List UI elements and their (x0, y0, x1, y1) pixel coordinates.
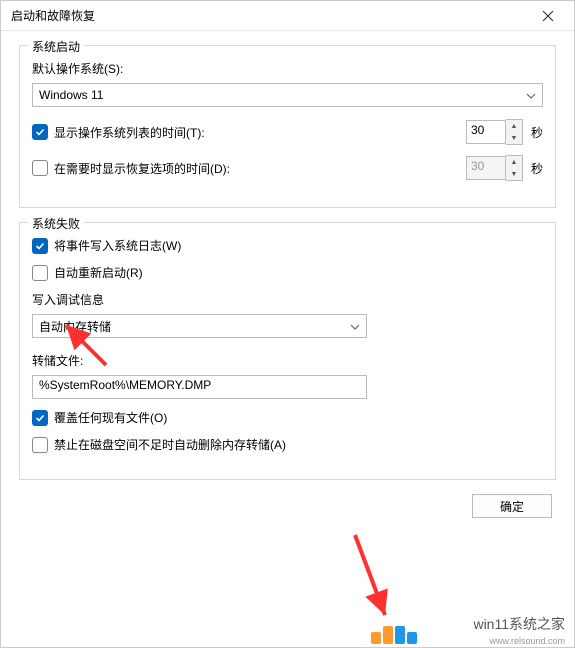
show-os-list-row: 显示操作系统列表的时间(T): 30 ▲ ▼ 秒 (32, 119, 543, 145)
overwrite-checkbox[interactable] (32, 410, 48, 426)
chevron-down-icon (526, 88, 536, 102)
write-log-checkbox[interactable] (32, 238, 48, 254)
debug-info-label: 写入调试信息 (32, 291, 543, 308)
show-os-list-checkbox[interactable] (32, 124, 48, 140)
write-log-label: 将事件写入系统日志(W) (54, 237, 181, 254)
chevron-down-icon (350, 319, 360, 333)
check-icon (35, 241, 45, 251)
startup-recovery-dialog: 启动和故障恢复 系统启动 默认操作系统(S): Windows 11 显示操作系… (0, 0, 575, 648)
overwrite-row: 覆盖任何现有文件(O) (32, 409, 543, 426)
dump-file-label: 转储文件: (32, 352, 543, 369)
show-os-list-label: 显示操作系统列表的时间(T): (54, 124, 205, 141)
show-recovery-label: 在需要时显示恢复选项的时间(D): (54, 160, 230, 177)
os-list-time-value[interactable]: 30 (466, 120, 506, 144)
spinner-buttons: ▲ ▼ (506, 119, 523, 145)
watermark-text: win11系统之家 (473, 614, 565, 634)
spinner-down-icon: ▼ (506, 168, 522, 180)
default-os-select[interactable]: Windows 11 (32, 83, 543, 107)
show-recovery-checkbox[interactable] (32, 160, 48, 176)
recovery-time-spinner: 30 ▲ ▼ (466, 155, 523, 181)
overwrite-label: 覆盖任何现有文件(O) (54, 409, 167, 426)
os-list-time-spinner[interactable]: 30 ▲ ▼ (466, 119, 523, 145)
spinner-buttons: ▲ ▼ (506, 155, 523, 181)
system-failure-group: 系统失败 将事件写入系统日志(W) 自动重新启动(R) 写入调试信息 自动内存转… (19, 222, 556, 480)
close-button[interactable] (528, 2, 568, 30)
watermark-url: www.relsound.com (489, 636, 565, 646)
system-startup-group: 系统启动 默认操作系统(S): Windows 11 显示操作系统列表的时间(T… (19, 45, 556, 208)
failure-group-title: 系统失败 (28, 215, 84, 232)
spinner-down-icon[interactable]: ▼ (506, 132, 522, 144)
debug-type-select[interactable]: 自动内存转储 (32, 314, 367, 338)
watermark-logo-icon (371, 626, 417, 644)
show-recovery-row: 在需要时显示恢复选项的时间(D): 30 ▲ ▼ 秒 (32, 155, 543, 181)
close-icon (542, 10, 554, 22)
write-log-row: 将事件写入系统日志(W) (32, 237, 543, 254)
recovery-time-value: 30 (466, 156, 506, 180)
seconds-label: 秒 (531, 160, 543, 177)
auto-restart-label: 自动重新启动(R) (54, 264, 143, 281)
default-os-value: Windows 11 (39, 88, 103, 102)
ok-button[interactable]: 确定 (472, 494, 552, 518)
debug-type-value: 自动内存转储 (39, 318, 111, 335)
startup-group-title: 系统启动 (28, 38, 84, 55)
auto-restart-row: 自动重新启动(R) (32, 264, 543, 281)
button-row: 确定 (19, 494, 556, 518)
check-icon (35, 127, 45, 137)
check-icon (35, 413, 45, 423)
no-delete-checkbox[interactable] (32, 437, 48, 453)
spinner-up-icon: ▲ (506, 156, 522, 168)
default-os-label: 默认操作系统(S): (32, 60, 543, 77)
dump-file-input[interactable]: %SystemRoot%\MEMORY.DMP (32, 375, 367, 399)
spinner-up-icon[interactable]: ▲ (506, 120, 522, 132)
dialog-title: 启动和故障恢复 (11, 7, 95, 24)
no-delete-row: 禁止在磁盘空间不足时自动删除内存转储(A) (32, 436, 543, 453)
dump-file-value: %SystemRoot%\MEMORY.DMP (39, 378, 211, 392)
ok-button-label: 确定 (500, 498, 524, 515)
seconds-label: 秒 (531, 124, 543, 141)
content-area: 系统启动 默认操作系统(S): Windows 11 显示操作系统列表的时间(T… (1, 31, 574, 532)
no-delete-label: 禁止在磁盘空间不足时自动删除内存转储(A) (54, 436, 286, 453)
auto-restart-checkbox[interactable] (32, 265, 48, 281)
titlebar: 启动和故障恢复 (1, 1, 574, 31)
